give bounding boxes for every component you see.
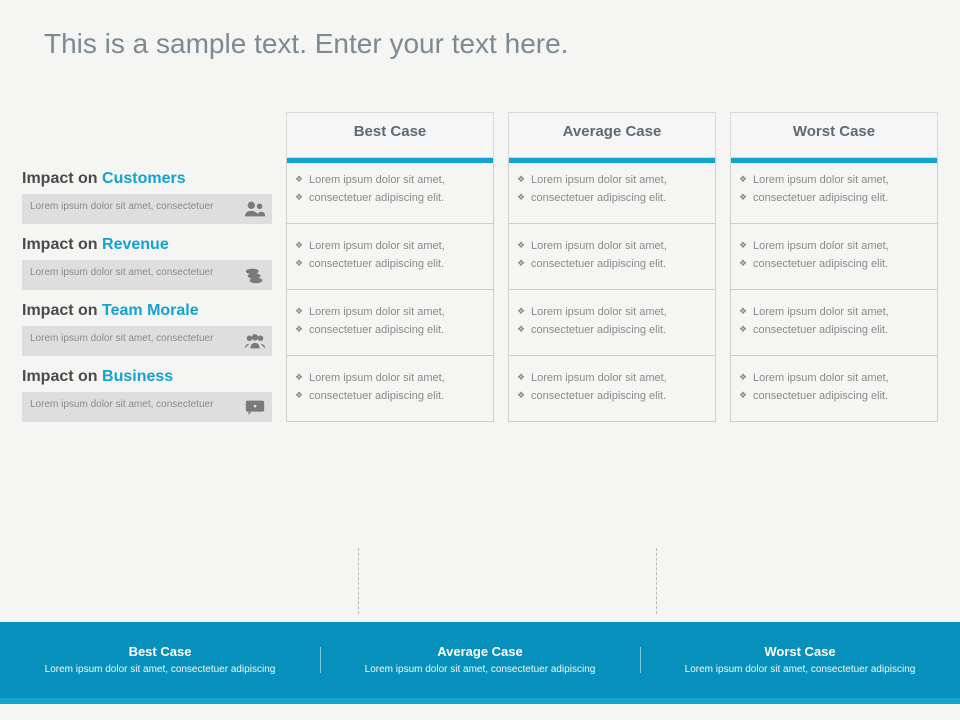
- cell: Lorem ipsum dolor sit amet,consectetuer …: [730, 224, 938, 290]
- people-icon: [244, 200, 266, 218]
- row-label-business: Impact on Business Lorem ipsum dolor sit…: [22, 356, 272, 422]
- col-header-average: Average Case: [508, 112, 716, 158]
- bullet: consectetuer adipiscing elit.: [295, 388, 485, 406]
- bullet: Lorem ipsum dolor sit amet,: [295, 238, 485, 256]
- row-subtext: Lorem ipsum dolor sit amet, consectetuer: [22, 326, 272, 356]
- cell: Lorem ipsum dolor sit amet,consectetuer …: [508, 158, 716, 224]
- footer-text: Lorem ipsum dolor sit amet, consectetuer…: [664, 663, 936, 676]
- bullet: consectetuer adipiscing elit.: [295, 190, 485, 208]
- bullet: Lorem ipsum dolor sit amet,: [739, 172, 929, 190]
- bullet: consectetuer adipiscing elit.: [739, 256, 929, 274]
- bullet: Lorem ipsum dolor sit amet,: [295, 304, 485, 322]
- row-title-highlight: Team Morale: [102, 302, 199, 319]
- col-header-worst: Worst Case: [730, 112, 938, 158]
- header-spacer: [22, 112, 272, 158]
- row-title-highlight: Revenue: [102, 236, 169, 253]
- row-label-revenue: Impact on Revenue Lorem ipsum dolor sit …: [22, 224, 272, 290]
- footer-col-worst: Worst Case Lorem ipsum dolor sit amet, c…: [640, 644, 960, 676]
- comment-icon: [244, 398, 266, 416]
- row-title-highlight: Customers: [102, 170, 186, 187]
- footer-accent-bar: [0, 698, 960, 704]
- row-title: Impact on Revenue: [22, 236, 272, 254]
- cell: Lorem ipsum dolor sit amet,consectetuer …: [730, 158, 938, 224]
- dashed-divider: [656, 548, 657, 614]
- row-title: Impact on Business: [22, 368, 272, 386]
- bullet: consectetuer adipiscing elit.: [295, 322, 485, 340]
- cell: Lorem ipsum dolor sit amet,consectetuer …: [730, 290, 938, 356]
- cell: Lorem ipsum dolor sit amet,consectetuer …: [730, 356, 938, 422]
- bullet: Lorem ipsum dolor sit amet,: [739, 370, 929, 388]
- row-title-prefix: Impact on: [22, 170, 102, 187]
- bullet: Lorem ipsum dolor sit amet,: [517, 370, 707, 388]
- scenario-grid: Best Case Average Case Worst Case Impact…: [22, 112, 938, 422]
- bullet: consectetuer adipiscing elit.: [517, 388, 707, 406]
- footer-title: Average Case: [344, 644, 616, 659]
- cell: Lorem ipsum dolor sit amet,consectetuer …: [508, 290, 716, 356]
- col-header-best: Best Case: [286, 112, 494, 158]
- footer-text: Lorem ipsum dolor sit amet, consectetuer…: [344, 663, 616, 676]
- row-title: Impact on Customers: [22, 170, 272, 188]
- footer-title: Best Case: [24, 644, 296, 659]
- row-subtext-text: Lorem ipsum dolor sit amet, consectetuer: [30, 267, 213, 278]
- bullet: Lorem ipsum dolor sit amet,: [739, 238, 929, 256]
- row-subtext-text: Lorem ipsum dolor sit amet, consectetuer: [30, 333, 213, 344]
- cell: Lorem ipsum dolor sit amet,consectetuer …: [286, 224, 494, 290]
- footer-bar: Best Case Lorem ipsum dolor sit amet, co…: [0, 622, 960, 698]
- footer-text: Lorem ipsum dolor sit amet, consectetuer…: [24, 663, 296, 676]
- bullet: Lorem ipsum dolor sit amet,: [517, 238, 707, 256]
- row-title-prefix: Impact on: [22, 302, 102, 319]
- footer-col-average: Average Case Lorem ipsum dolor sit amet,…: [320, 644, 640, 676]
- row-subtext-text: Lorem ipsum dolor sit amet, consectetuer: [30, 399, 213, 410]
- cell: Lorem ipsum dolor sit amet,consectetuer …: [286, 290, 494, 356]
- bullet: consectetuer adipiscing elit.: [295, 256, 485, 274]
- bullet: consectetuer adipiscing elit.: [517, 322, 707, 340]
- row-subtext: Lorem ipsum dolor sit amet, consectetuer: [22, 392, 272, 422]
- row-subtext-text: Lorem ipsum dolor sit amet, consectetuer: [30, 201, 213, 212]
- row-label-customers: Impact on Customers Lorem ipsum dolor si…: [22, 158, 272, 224]
- row-subtext: Lorem ipsum dolor sit amet, consectetuer: [22, 194, 272, 224]
- row-title-highlight: Business: [102, 368, 173, 385]
- cell: Lorem ipsum dolor sit amet,consectetuer …: [286, 158, 494, 224]
- slide-title: This is a sample text. Enter your text h…: [0, 0, 960, 60]
- footer-col-best: Best Case Lorem ipsum dolor sit amet, co…: [0, 644, 320, 676]
- bullet: Lorem ipsum dolor sit amet,: [295, 172, 485, 190]
- row-label-team-morale: Impact on Team Morale Lorem ipsum dolor …: [22, 290, 272, 356]
- bullet: consectetuer adipiscing elit.: [739, 388, 929, 406]
- bullet: Lorem ipsum dolor sit amet,: [295, 370, 485, 388]
- group-icon: [244, 332, 266, 350]
- bullet: Lorem ipsum dolor sit amet,: [739, 304, 929, 322]
- coins-icon: [244, 266, 266, 284]
- row-title-prefix: Impact on: [22, 236, 102, 253]
- bullet: Lorem ipsum dolor sit amet,: [517, 304, 707, 322]
- bullet: consectetuer adipiscing elit.: [739, 190, 929, 208]
- bullet: Lorem ipsum dolor sit amet,: [517, 172, 707, 190]
- row-subtext: Lorem ipsum dolor sit amet, consectetuer: [22, 260, 272, 290]
- footer-title: Worst Case: [664, 644, 936, 659]
- bullet: consectetuer adipiscing elit.: [517, 256, 707, 274]
- row-title: Impact on Team Morale: [22, 302, 272, 320]
- bullet: consectetuer adipiscing elit.: [517, 190, 707, 208]
- dashed-divider: [358, 548, 359, 614]
- cell: Lorem ipsum dolor sit amet,consectetuer …: [286, 356, 494, 422]
- row-title-prefix: Impact on: [22, 368, 102, 385]
- bullet: consectetuer adipiscing elit.: [739, 322, 929, 340]
- cell: Lorem ipsum dolor sit amet,consectetuer …: [508, 356, 716, 422]
- cell: Lorem ipsum dolor sit amet,consectetuer …: [508, 224, 716, 290]
